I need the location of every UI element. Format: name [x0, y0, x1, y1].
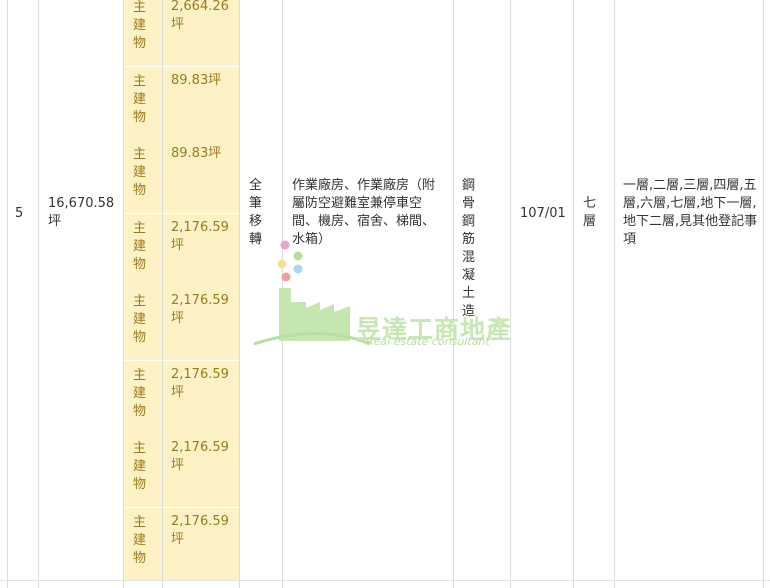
sub-row-area-text: 89.83坪 [171, 73, 222, 88]
sub-row-label: 主建物 [124, 67, 162, 140]
sub-row-label: 主建物 [124, 0, 162, 66]
sub-row-label-text: 主建物 [133, 441, 147, 492]
sub-row-label-text: 主建物 [133, 74, 147, 125]
sub-row-label-text: 主建物 [133, 515, 147, 566]
sub-row-label: 主建物 [124, 434, 162, 507]
sub-row-label-text: 主建物 [133, 0, 147, 51]
building-table: 主建物 2,664.26坪 主建物 89.83坪 主建物 89.83坪 主建物 2,176.5… [0, 0, 770, 588]
row-index: 5 [15, 206, 24, 221]
sub-row-area: 2,664.26坪 [163, 0, 239, 66]
structure-text: 鋼骨鋼筋混凝土造 [462, 178, 476, 319]
sub-row-label-text: 主建物 [133, 221, 147, 272]
sub-row-label-text: 主建物 [133, 294, 147, 345]
sub-row-area-text: 2,176.59坪 [171, 514, 229, 547]
sub-row-label: 主建物 [124, 508, 162, 581]
sub-row-area-text: 2,176.59坪 [171, 220, 229, 253]
sub-row-area: 2,176.59坪 [163, 434, 239, 507]
completion-date: 107/01 [520, 206, 566, 221]
sub-row-area-text: 2,664.26坪 [171, 0, 229, 32]
sub-row-label-text: 主建物 [133, 147, 147, 198]
watermark-tagline: Real estate consultant [366, 335, 490, 348]
floor-notes: 一層,二層,三層,四層,五層,六層,七層,地下一層,地下二層,見其他登記事項 [623, 178, 758, 247]
sub-row-label: 主建物 [124, 214, 162, 287]
sub-row-area-text: 89.83坪 [171, 146, 222, 161]
sub-row-area: 2,176.59坪 [163, 508, 239, 581]
sub-row-label: 主建物 [124, 287, 162, 360]
sub-row-area-text: 2,176.59坪 [171, 440, 229, 473]
sub-row-area-text: 2,176.59坪 [171, 367, 229, 400]
sub-row-area: 2,176.59坪 [163, 214, 239, 287]
floors-total: 七層 [583, 196, 597, 229]
sub-row-area: 2,176.59坪 [163, 287, 239, 360]
factory-logo-icon [253, 240, 371, 346]
sub-row-label-text: 主建物 [133, 368, 147, 419]
sub-row-area: 89.83坪 [163, 140, 239, 213]
sub-row-area: 89.83坪 [163, 67, 239, 140]
sub-row-label: 主建物 [124, 140, 162, 213]
sub-row-area-text: 2,176.59坪 [171, 293, 229, 326]
total-area: 16,670.58坪 [48, 196, 115, 229]
sub-row-label: 主建物 [124, 361, 162, 434]
sub-row-area: 2,176.59坪 [163, 361, 239, 434]
